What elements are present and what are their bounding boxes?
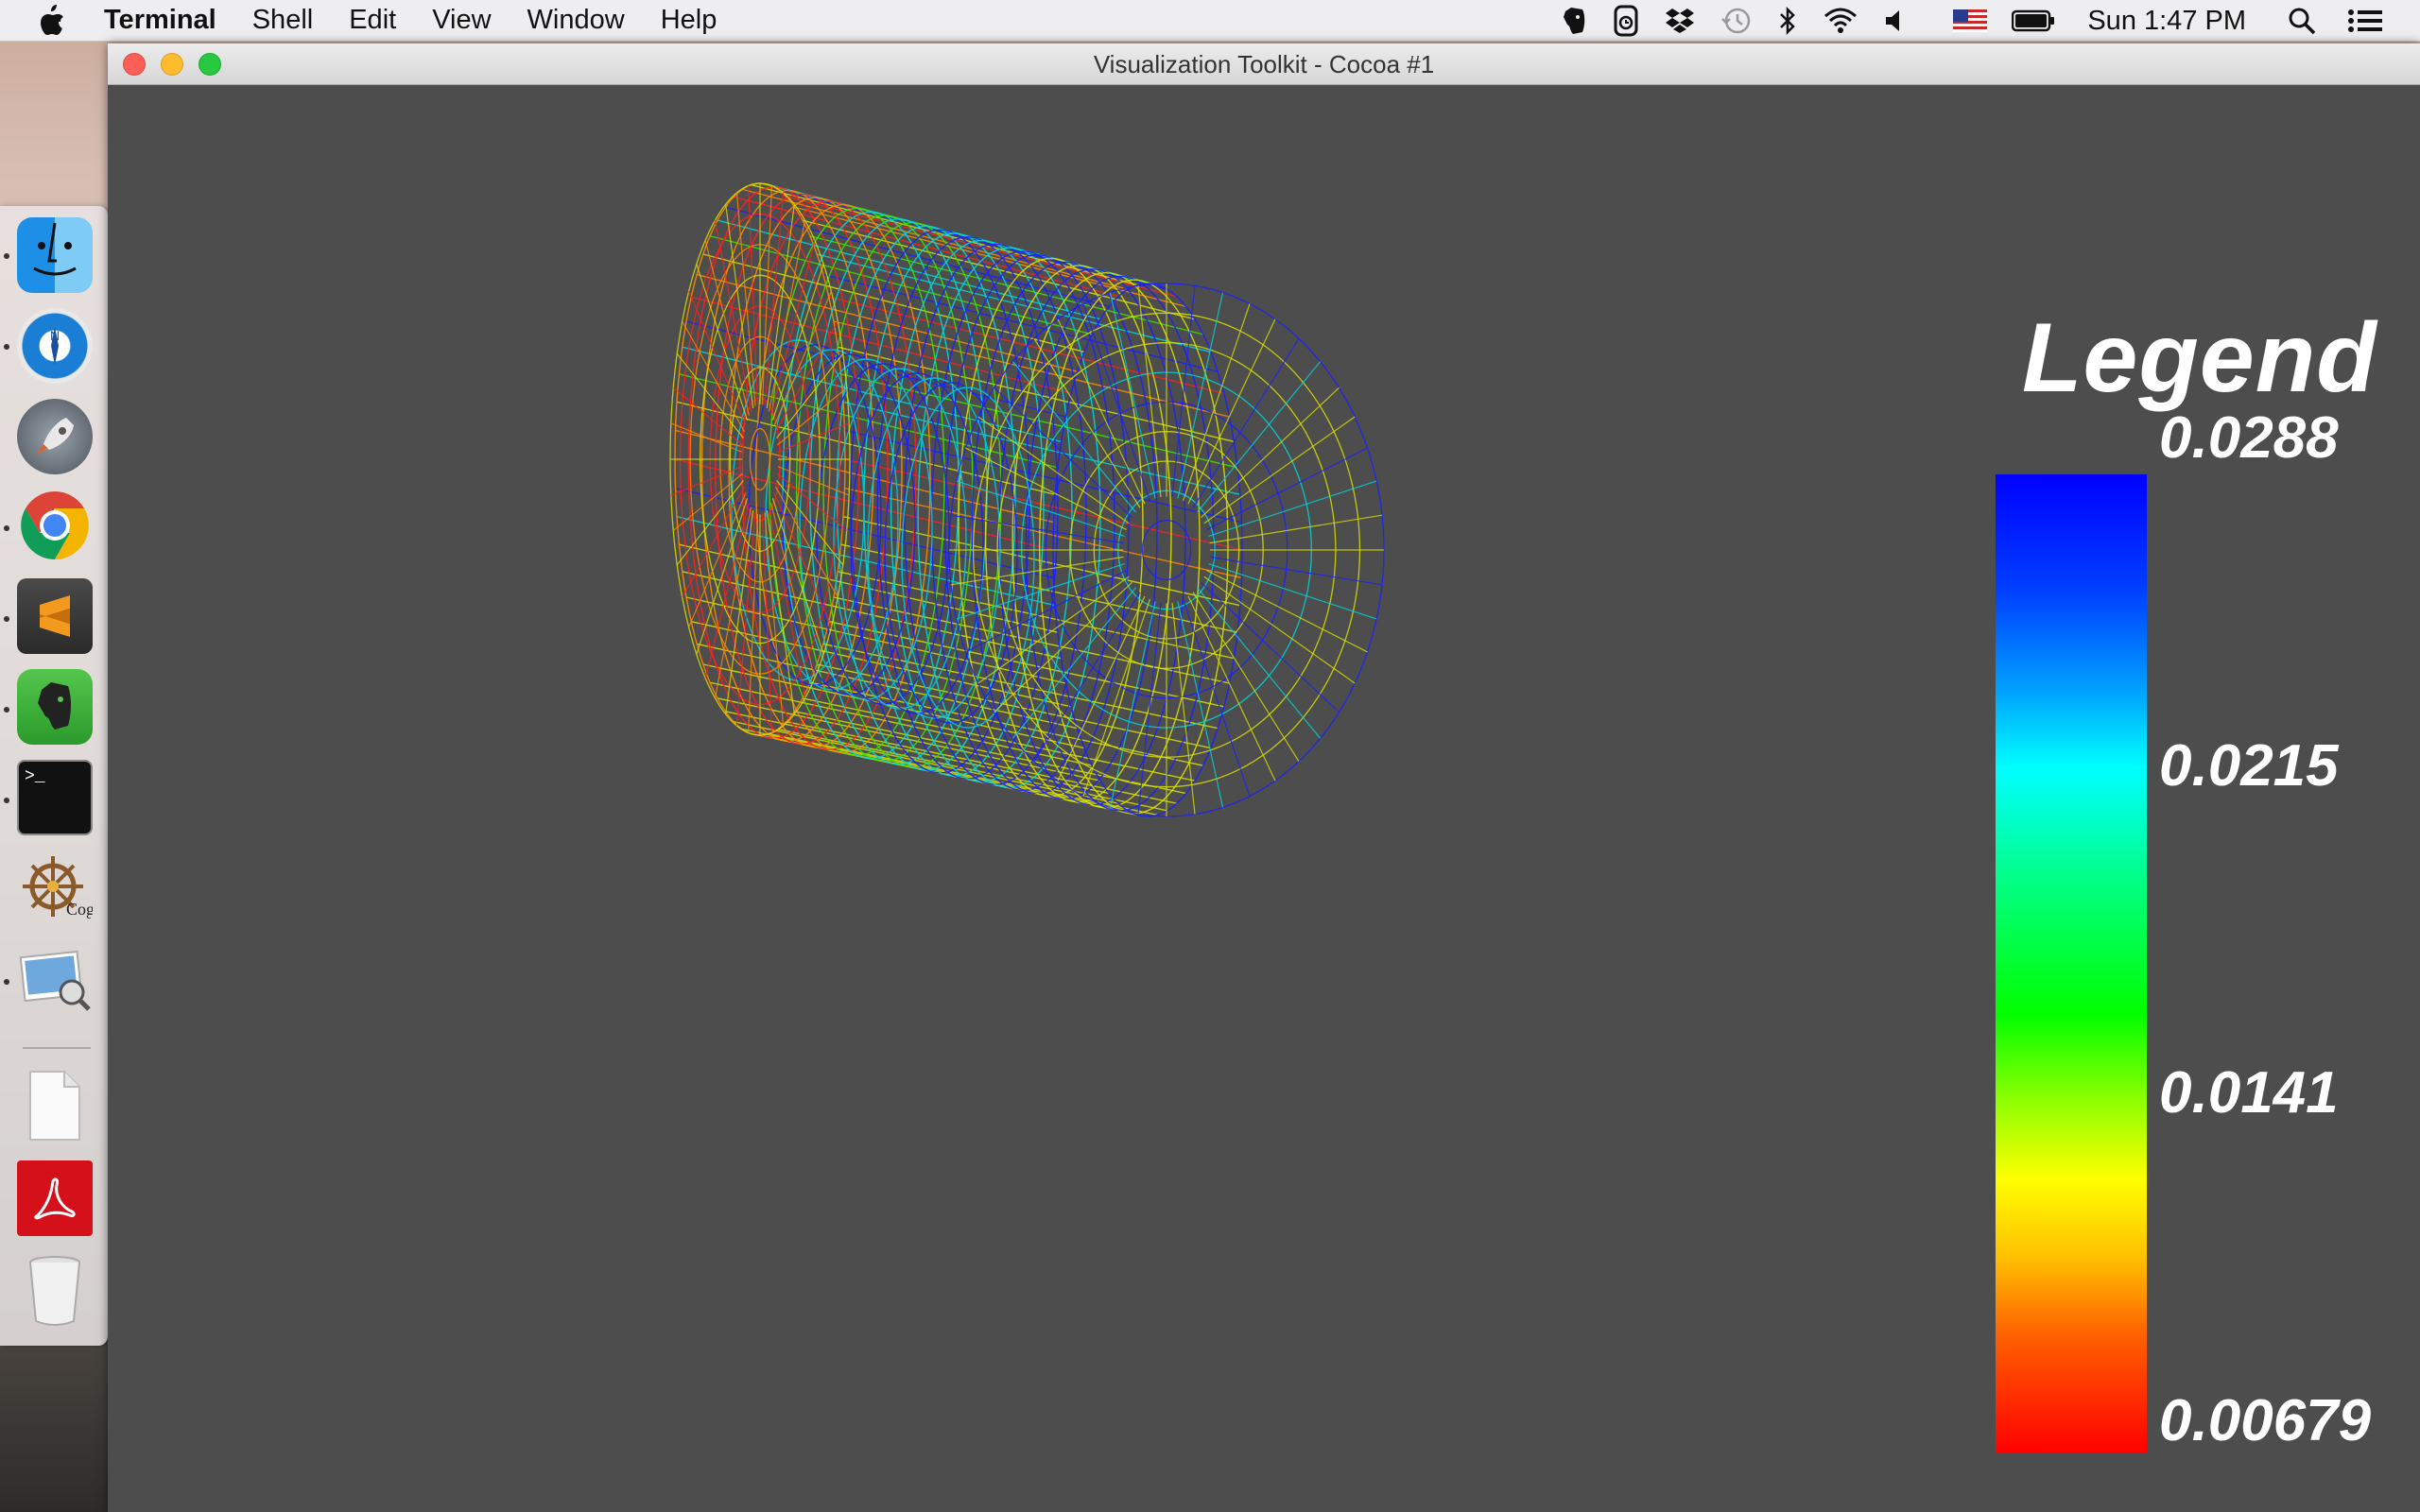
legend-label-min: 0.00679 bbox=[2159, 1388, 2372, 1453]
menu-app-terminal[interactable]: Terminal bbox=[104, 5, 216, 36]
vtk-window: Visualization Toolkit - Cocoa #1 Legend … bbox=[108, 43, 2420, 1512]
spotlight-icon[interactable] bbox=[2288, 7, 2316, 35]
dock-running-indicator bbox=[4, 344, 9, 350]
bluetooth-icon[interactable] bbox=[1777, 6, 1798, 36]
window-titlebar[interactable]: Visualization Toolkit - Cocoa #1 bbox=[108, 43, 2420, 85]
menu-bar: Terminal Shell Edit View Window Help Sun… bbox=[0, 0, 2420, 42]
dropbox-icon[interactable] bbox=[1664, 7, 1696, 35]
sublime-text-icon[interactable] bbox=[17, 578, 93, 654]
trash-icon[interactable] bbox=[17, 1253, 93, 1329]
legend-colorbar bbox=[1996, 474, 2147, 1453]
document-icon[interactable] bbox=[17, 1068, 93, 1143]
dock-running-indicator bbox=[4, 798, 9, 803]
legend-label-max: 0.0288 bbox=[2159, 405, 2339, 471]
preview-icon[interactable] bbox=[17, 941, 93, 1017]
evernote-status-icon[interactable] bbox=[1560, 6, 1588, 36]
dock: N >_ Cog bbox=[0, 206, 108, 1346]
chrome-icon[interactable] bbox=[17, 488, 93, 563]
render-viewport[interactable]: Legend 0.0288 0.0215 0.0141 0.00679 bbox=[108, 85, 2420, 1512]
terminal-icon[interactable]: >_ bbox=[17, 760, 93, 835]
cog-icon[interactable]: Cog bbox=[17, 850, 93, 926]
dock-running-indicator bbox=[4, 616, 9, 622]
volume-icon[interactable] bbox=[1883, 8, 1908, 34]
menu-window[interactable]: Window bbox=[527, 5, 625, 36]
legend-label-lower: 0.0141 bbox=[2159, 1060, 2339, 1125]
finder-icon[interactable] bbox=[17, 217, 93, 293]
menu-clock[interactable]: Sun 1:47 PM bbox=[2087, 6, 2246, 37]
us-flag-icon[interactable] bbox=[1953, 9, 1988, 32]
status-area: Sun 1:47 PM bbox=[1535, 0, 2420, 42]
apple-menu-icon[interactable] bbox=[38, 4, 66, 37]
acrobat-icon[interactable] bbox=[17, 1160, 93, 1236]
dock-running-indicator bbox=[4, 979, 9, 985]
wifi-icon[interactable] bbox=[1823, 7, 1858, 35]
evernote-icon[interactable] bbox=[17, 669, 93, 745]
menu-edit[interactable]: Edit bbox=[349, 5, 396, 36]
notification-center-icon[interactable] bbox=[2348, 8, 2382, 34]
time-machine-alt-icon[interactable] bbox=[1613, 5, 1639, 37]
battery-icon[interactable] bbox=[2012, 9, 2055, 32]
window-title: Visualization Toolkit - Cocoa #1 bbox=[1093, 50, 1435, 78]
menu-shell[interactable]: Shell bbox=[252, 5, 314, 36]
dock-running-indicator bbox=[4, 253, 9, 259]
svg-text:Cog: Cog bbox=[66, 900, 93, 919]
dock-running-indicator bbox=[4, 707, 9, 713]
launchpad-icon[interactable] bbox=[17, 399, 93, 474]
dock-running-indicator bbox=[4, 525, 9, 531]
menu-view[interactable]: View bbox=[432, 5, 491, 36]
compass-icon[interactable]: N bbox=[17, 308, 93, 384]
time-machine-icon[interactable] bbox=[1720, 6, 1753, 36]
dock-separator bbox=[23, 1047, 91, 1049]
legend-title: Legend bbox=[2022, 303, 2377, 413]
legend-label-upper: 0.0215 bbox=[2159, 733, 2339, 799]
menu-help[interactable]: Help bbox=[661, 5, 717, 36]
